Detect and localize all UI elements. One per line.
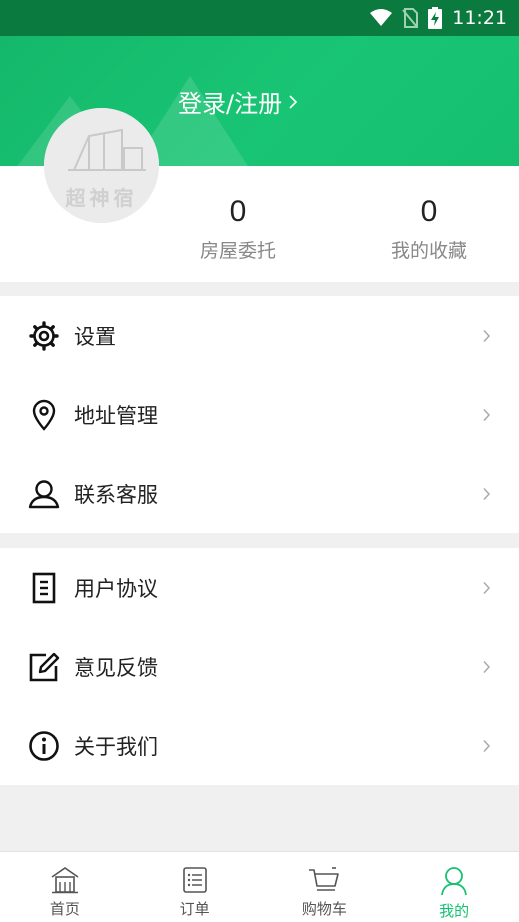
edit-feedback-icon (28, 651, 60, 683)
stat-label: 我的收藏 (390, 240, 467, 262)
no-sim-icon (402, 8, 419, 28)
tab-label: 首页 (49, 900, 80, 918)
chevron-right-icon (483, 487, 491, 500)
cart-icon (309, 867, 340, 891)
menu-item-address[interactable]: 地址管理 (0, 375, 519, 454)
avatar-brand-text: 超神宿 (65, 186, 138, 210)
menu-group-account: 设置 地址管理 联系客服 (0, 296, 519, 533)
stat-label: 房屋委托 (199, 240, 276, 262)
stat-value: 0 (420, 195, 438, 228)
menu-item-label: 地址管理 (74, 403, 158, 428)
status-bar: 11:21 (0, 0, 519, 36)
tab-mine[interactable]: 我的 (389, 852, 519, 922)
chevron-right-icon (289, 94, 298, 109)
order-list-icon (182, 867, 207, 893)
chevron-right-icon (483, 329, 491, 342)
stat-house-entrust[interactable]: 0 房屋委托 (158, 194, 318, 263)
gear-icon (28, 320, 60, 352)
menu-item-label: 用户协议 (74, 576, 158, 601)
chevron-right-icon (483, 581, 491, 594)
menu-item-label: 设置 (74, 324, 116, 349)
menu-item-about-us[interactable]: 关于我们 (0, 706, 519, 785)
avatar[interactable]: 超神宿 (44, 108, 159, 223)
document-icon (28, 572, 60, 604)
wifi-icon (370, 9, 393, 26)
user-icon (441, 867, 468, 896)
menu-item-user-agreement[interactable]: 用户协议 (0, 548, 519, 627)
customer-service-icon (28, 478, 60, 510)
login-register-link[interactable]: 登录/注册 (178, 84, 298, 119)
stat-favorites[interactable]: 0 我的收藏 (349, 194, 509, 263)
menu-group-info: 用户协议 意见反馈 关于我们 (0, 548, 519, 785)
tab-cart[interactable]: 购物车 (260, 852, 390, 922)
tab-label: 购物车 (301, 900, 347, 918)
menu-item-feedback[interactable]: 意见反馈 (0, 627, 519, 706)
menu-item-label: 关于我们 (74, 734, 158, 759)
login-register-label: 登录/注册 (178, 90, 283, 118)
tab-home[interactable]: 首页 (0, 852, 130, 922)
menu-item-label: 意见反馈 (74, 655, 158, 680)
stat-value: 0 (229, 195, 247, 228)
chevron-right-icon (483, 739, 491, 752)
tab-label: 我的 (439, 902, 470, 920)
chevron-right-icon (483, 408, 491, 421)
status-time: 11:21 (452, 7, 507, 29)
battery-charging-icon (428, 7, 443, 29)
tab-orders[interactable]: 订单 (130, 852, 260, 922)
menu-item-settings[interactable]: 设置 (0, 296, 519, 375)
tab-label: 订单 (179, 900, 210, 918)
info-icon (28, 730, 60, 762)
bottom-tab-bar: 首页 订单 购物车 我的 (0, 851, 519, 922)
menu-item-customer-service[interactable]: 联系客服 (0, 454, 519, 533)
home-icon (51, 867, 79, 894)
chevron-right-icon (483, 660, 491, 673)
location-pin-icon (28, 399, 60, 431)
menu-item-label: 联系客服 (74, 482, 158, 507)
